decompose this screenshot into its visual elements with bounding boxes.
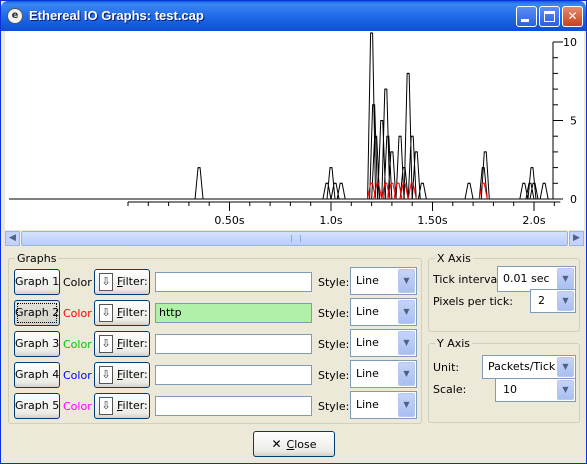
- unit-value: Packets/Tick: [488, 360, 556, 373]
- graph-4-style-value: Line: [356, 367, 379, 380]
- graph-4-style-label: Style:: [318, 369, 350, 382]
- pixels-per-tick-dropdown-icon[interactable]: ▼: [557, 291, 574, 311]
- scroll-grip-icon: [291, 235, 301, 242]
- scale-select[interactable]: 10 ▼: [495, 378, 576, 402]
- tick-interval-label: Tick interval:: [433, 273, 504, 286]
- graph-5-filter-input[interactable]: [155, 396, 312, 416]
- unit-dropdown-icon[interactable]: ▼: [557, 357, 574, 377]
- graph-4-button[interactable]: Graph 4: [14, 362, 60, 388]
- maximize-button[interactable]: [539, 6, 560, 27]
- close-x-icon: ✕: [271, 437, 282, 451]
- scroll-right-arrow[interactable]: ▶: [569, 231, 584, 246]
- y-tick-label: 0: [570, 193, 577, 206]
- graph-1-button[interactable]: Graph 1: [14, 269, 60, 295]
- filter-arrow-icon: ⇩: [99, 335, 113, 353]
- filter-label: Filter:: [117, 306, 148, 319]
- graph-2-style-label: Style:: [318, 307, 350, 320]
- ethereal-app-icon[interactable]: e: [7, 8, 23, 24]
- scale-label: Scale:: [433, 383, 467, 396]
- x-tick-label: 1.0s: [319, 214, 342, 227]
- graph-3-button[interactable]: Graph 3: [14, 331, 60, 357]
- x-axis-frame-label: X Axis: [435, 252, 473, 265]
- graph-1-style-value: Line: [356, 274, 379, 287]
- filter-label: Filter:: [117, 399, 148, 412]
- series-1-line: [194, 32, 549, 200]
- graphs-frame-label: Graphs: [15, 252, 59, 265]
- graph-5-style-value: Line: [356, 398, 379, 411]
- style-dropdown-icon[interactable]: ▼: [398, 393, 415, 417]
- graph-5-filter-button[interactable]: ⇩ Filter:: [94, 393, 150, 419]
- graph-1-style-label: Style:: [318, 276, 350, 289]
- graph-4-style-select[interactable]: Line ▼: [350, 360, 417, 388]
- graph-1-style-select[interactable]: Line ▼: [350, 267, 417, 295]
- x-tick-label: 2.0s: [522, 214, 545, 227]
- scale-dropdown-icon[interactable]: ▼: [557, 380, 574, 400]
- graph-2-filter-input[interactable]: http: [155, 303, 312, 323]
- x-tick-label: 0.50s: [214, 214, 244, 227]
- io-graphs-window: e Ethereal IO Graphs: test.cap ✕ 0.50s 1.…: [0, 0, 587, 464]
- window-title: Ethereal IO Graphs: test.cap: [29, 8, 204, 23]
- style-dropdown-icon[interactable]: ▼: [398, 362, 415, 386]
- graph-1-filter-input[interactable]: [155, 272, 312, 292]
- filter-label: Filter:: [117, 337, 148, 350]
- io-graph-chart: 0.50s 1.0s 1.50s 2.0s 10 5 0: [9, 32, 577, 227]
- graph-4-color-label: Color: [63, 369, 92, 382]
- style-dropdown-icon[interactable]: ▼: [398, 300, 415, 324]
- graph-1-color-label: Color: [63, 276, 92, 289]
- minimize-button[interactable]: [516, 6, 537, 27]
- close-button[interactable]: ✕ Close: [253, 431, 335, 457]
- scroll-thumb[interactable]: [21, 231, 568, 246]
- unit-label: Unit:: [433, 361, 460, 374]
- graph-5-style-select[interactable]: Line ▼: [350, 391, 417, 419]
- style-dropdown-icon[interactable]: ▼: [398, 331, 415, 355]
- unit-select[interactable]: Packets/Tick ▼: [482, 355, 576, 379]
- graph-1-filter-button[interactable]: ⇩ Filter:: [94, 269, 150, 295]
- pixels-per-tick-select[interactable]: 2 ▼: [530, 289, 576, 313]
- graph-5-color-label: Color: [63, 400, 92, 413]
- style-dropdown-icon[interactable]: ▼: [398, 269, 415, 293]
- graph-3-style-select[interactable]: Line ▼: [350, 329, 417, 357]
- filter-arrow-icon: ⇩: [99, 366, 113, 384]
- y-tick-label: 5: [570, 115, 577, 128]
- io-graph-plot[interactable]: 0.50s 1.0s 1.50s 2.0s 10 5 0: [5, 31, 584, 230]
- graph-3-filter-button[interactable]: ⇩ Filter:: [94, 331, 150, 357]
- graph-3-style-value: Line: [356, 336, 379, 349]
- graph-5-style-label: Style:: [318, 400, 350, 413]
- y-axis-frame-label: Y Axis: [435, 337, 473, 350]
- scale-value: 10: [503, 383, 517, 396]
- graph-4-filter-button[interactable]: ⇩ Filter:: [94, 362, 150, 388]
- tick-interval-dropdown-icon[interactable]: ▼: [557, 268, 574, 290]
- time-scrollbar[interactable]: ◀ ▶: [5, 231, 584, 246]
- graph-2-color-label: Color: [63, 307, 92, 320]
- y-tick-label: 10: [563, 36, 577, 49]
- filter-label: Filter:: [117, 275, 148, 288]
- title-bar[interactable]: e Ethereal IO Graphs: test.cap ✕: [1, 1, 586, 31]
- close-window-button[interactable]: ✕: [562, 6, 583, 27]
- graph-2-style-value: Line: [356, 305, 379, 318]
- graph-3-filter-input[interactable]: [155, 334, 312, 354]
- x-tick-label: 1.50s: [417, 214, 447, 227]
- scroll-left-arrow[interactable]: ◀: [5, 231, 20, 246]
- graph-2-style-select[interactable]: Line ▼: [350, 298, 417, 326]
- graph-2-filter-button[interactable]: ⇩ Filter:: [94, 300, 150, 326]
- graph-3-style-label: Style:: [318, 338, 350, 351]
- graph-5-button[interactable]: Graph 5: [14, 393, 60, 419]
- graph-4-filter-input[interactable]: [155, 365, 312, 385]
- filter-arrow-icon: ⇩: [99, 304, 113, 322]
- pixels-per-tick-value: 2: [538, 294, 545, 307]
- filter-arrow-icon: ⇩: [99, 273, 113, 291]
- tick-interval-value: 0.01 sec: [503, 272, 550, 285]
- graph-2-button[interactable]: Graph 2: [14, 300, 60, 326]
- filter-label: Filter:: [117, 368, 148, 381]
- pixels-per-tick-label: Pixels per tick:: [433, 295, 513, 308]
- filter-arrow-icon: ⇩: [99, 397, 113, 415]
- graph-3-color-label: Color: [63, 338, 92, 351]
- close-label: lose: [294, 438, 317, 451]
